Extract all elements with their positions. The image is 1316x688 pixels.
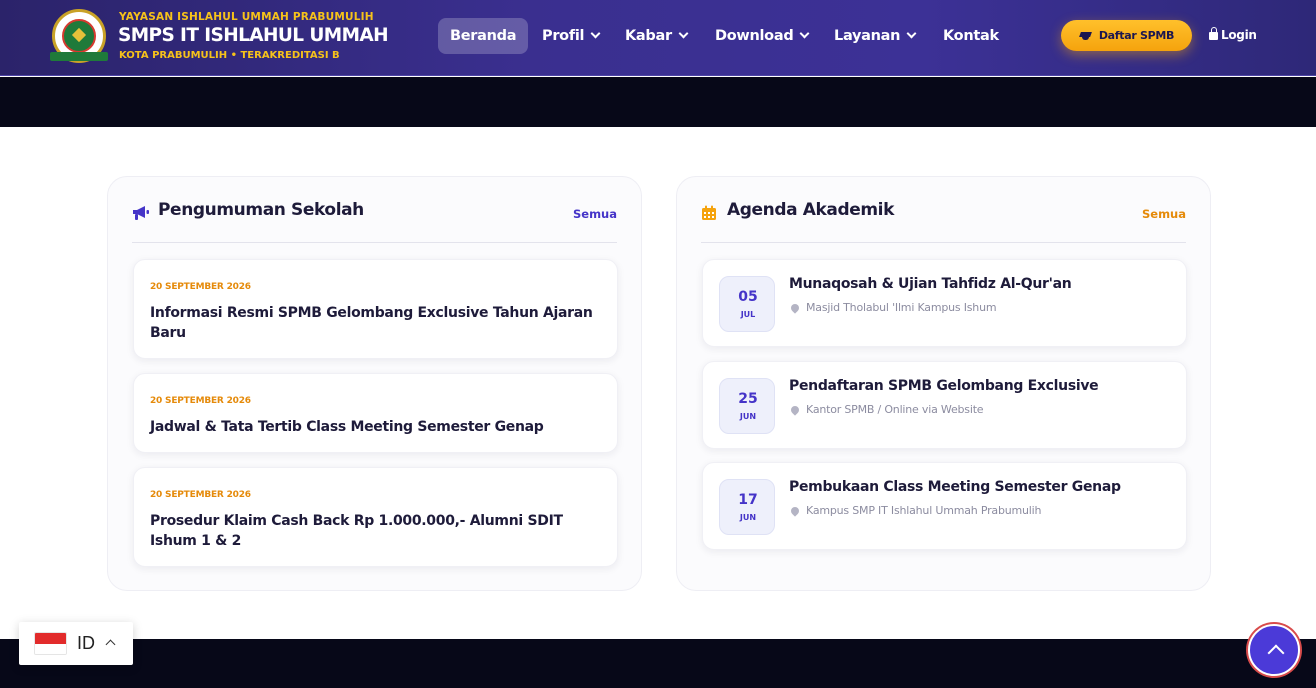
agenda-header: Agenda Akademik Semua xyxy=(701,200,1186,243)
school-tagline: KOTA PRABUMULIH • TERAKREDITASI B xyxy=(119,50,340,61)
lock-icon xyxy=(1209,27,1218,40)
announcement-date: 20 SEPTEMBER 2026 xyxy=(150,282,251,292)
agenda-item[interactable]: 25 JUN Pendaftaran SPMB Gelombang Exclus… xyxy=(702,361,1187,449)
logo-ribbon xyxy=(50,52,108,61)
nav-profil-label: Profil xyxy=(542,28,585,44)
agenda-date-badge: 05 JUL xyxy=(719,276,775,332)
nav-kontak-label: Kontak xyxy=(943,28,999,44)
hero-band xyxy=(0,77,1316,127)
agenda-title[interactable]: Pembukaan Class Meeting Semester Genap xyxy=(789,479,1121,495)
agenda-location-text: Kantor SPMB / Online via Website xyxy=(806,403,984,416)
agenda-location: Kampus SMP IT Ishlahul Ummah Prabumulih xyxy=(789,504,1041,517)
language-code: ID xyxy=(77,633,95,653)
announcement-item[interactable]: 20 SEPTEMBER 2026 Jadwal & Tata Tertib C… xyxy=(133,373,618,453)
graduation-cap-icon xyxy=(1079,32,1092,40)
agenda-date-badge: 25 JUN xyxy=(719,378,775,434)
agenda-month: JUN xyxy=(739,412,757,421)
agenda-day: 17 xyxy=(738,492,758,508)
school-name[interactable]: SMPS IT ISHLAHUL UMMAH xyxy=(118,25,389,46)
chevron-down-icon xyxy=(799,28,810,39)
announcement-title[interactable]: Prosedur Klaim Cash Back Rp 1.000.000,- … xyxy=(150,511,600,551)
nav-beranda[interactable]: Beranda xyxy=(438,18,529,54)
announcement-item[interactable]: 20 SEPTEMBER 2026 Informasi Resmi SPMB G… xyxy=(133,259,618,359)
agenda-month: JUN xyxy=(739,513,757,522)
agenda-month: JUL xyxy=(740,310,756,319)
announcement-item[interactable]: 20 SEPTEMBER 2026 Prosedur Klaim Cash Ba… xyxy=(133,467,618,567)
map-pin-icon xyxy=(789,504,801,517)
site-header: YAYASAN ISHLAHUL UMMAH PRABUMULIH SMPS I… xyxy=(0,0,1316,76)
agenda-location: Masjid Tholabul 'Ilmi Kampus Ishum xyxy=(789,301,997,314)
agenda-title[interactable]: Munaqosah & Ujian Tahfidz Al-Qur'an xyxy=(789,276,1072,292)
org-name: YAYASAN ISHLAHUL UMMAH PRABUMULIH xyxy=(119,11,374,23)
login-link[interactable]: Login xyxy=(1209,27,1257,42)
logo-emblem xyxy=(62,19,96,53)
nav-kontak[interactable]: Kontak xyxy=(943,18,999,54)
nav-download[interactable]: Download xyxy=(715,18,810,54)
agenda-date-badge: 17 JUN xyxy=(719,479,775,535)
agenda-day: 25 xyxy=(738,391,758,407)
nav-beranda-label: Beranda xyxy=(450,28,517,44)
announcements-header: Pengumuman Sekolah Semua xyxy=(132,200,617,243)
map-pin-icon xyxy=(789,403,801,416)
agenda-panel: Agenda Akademik Semua 05 JUL Munaqosah &… xyxy=(676,176,1211,591)
indonesia-flag-icon xyxy=(34,632,67,655)
map-pin-icon xyxy=(789,301,801,314)
chevron-down-icon xyxy=(590,28,601,39)
announcements-title: Pengumuman Sekolah xyxy=(158,200,364,220)
agenda-item[interactable]: 17 JUN Pembukaan Class Meeting Semester … xyxy=(702,462,1187,550)
announcement-date: 20 SEPTEMBER 2026 xyxy=(150,396,251,406)
agenda-location-text: Masjid Tholabul 'Ilmi Kampus Ishum xyxy=(806,301,997,314)
language-switcher[interactable]: ID xyxy=(19,622,133,665)
nav-download-label: Download xyxy=(715,28,794,44)
chevron-down-icon xyxy=(906,28,917,39)
chevron-up-icon xyxy=(105,639,116,650)
back-to-top-button[interactable] xyxy=(1248,624,1300,676)
nav-kabar-label: Kabar xyxy=(625,28,672,44)
nav-layanan[interactable]: Layanan xyxy=(834,18,917,54)
chevron-down-icon xyxy=(678,28,689,39)
nav-layanan-label: Layanan xyxy=(834,28,901,44)
megaphone-icon xyxy=(133,206,149,220)
agenda-day: 05 xyxy=(738,289,758,305)
announcements-see-all-link[interactable]: Semua xyxy=(573,207,617,221)
announcement-date: 20 SEPTEMBER 2026 xyxy=(150,490,251,500)
agenda-item[interactable]: 05 JUL Munaqosah & Ujian Tahfidz Al-Qur'… xyxy=(702,259,1187,347)
announcements-panel: Pengumuman Sekolah Semua 20 SEPTEMBER 20… xyxy=(107,176,642,591)
agenda-title[interactable]: Pendaftaran SPMB Gelombang Exclusive xyxy=(789,378,1099,394)
daftar-spmb-button[interactable]: Daftar SPMB xyxy=(1061,20,1192,51)
nav-profil[interactable]: Profil xyxy=(542,18,601,54)
daftar-spmb-label: Daftar SPMB xyxy=(1098,29,1175,42)
nav-kabar[interactable]: Kabar xyxy=(625,18,689,54)
announcement-title[interactable]: Informasi Resmi SPMB Gelombang Exclusive… xyxy=(150,303,600,343)
agenda-location-text: Kampus SMP IT Ishlahul Ummah Prabumulih xyxy=(806,504,1042,517)
calendar-icon xyxy=(702,205,716,220)
agenda-see-all-link[interactable]: Semua xyxy=(1142,207,1186,221)
agenda-location: Kantor SPMB / Online via Website xyxy=(789,403,984,416)
login-label: Login xyxy=(1221,28,1257,42)
footer-band xyxy=(0,639,1316,688)
agenda-title: Agenda Akademik xyxy=(727,200,894,220)
announcement-title[interactable]: Jadwal & Tata Tertib Class Meeting Semes… xyxy=(150,417,600,437)
